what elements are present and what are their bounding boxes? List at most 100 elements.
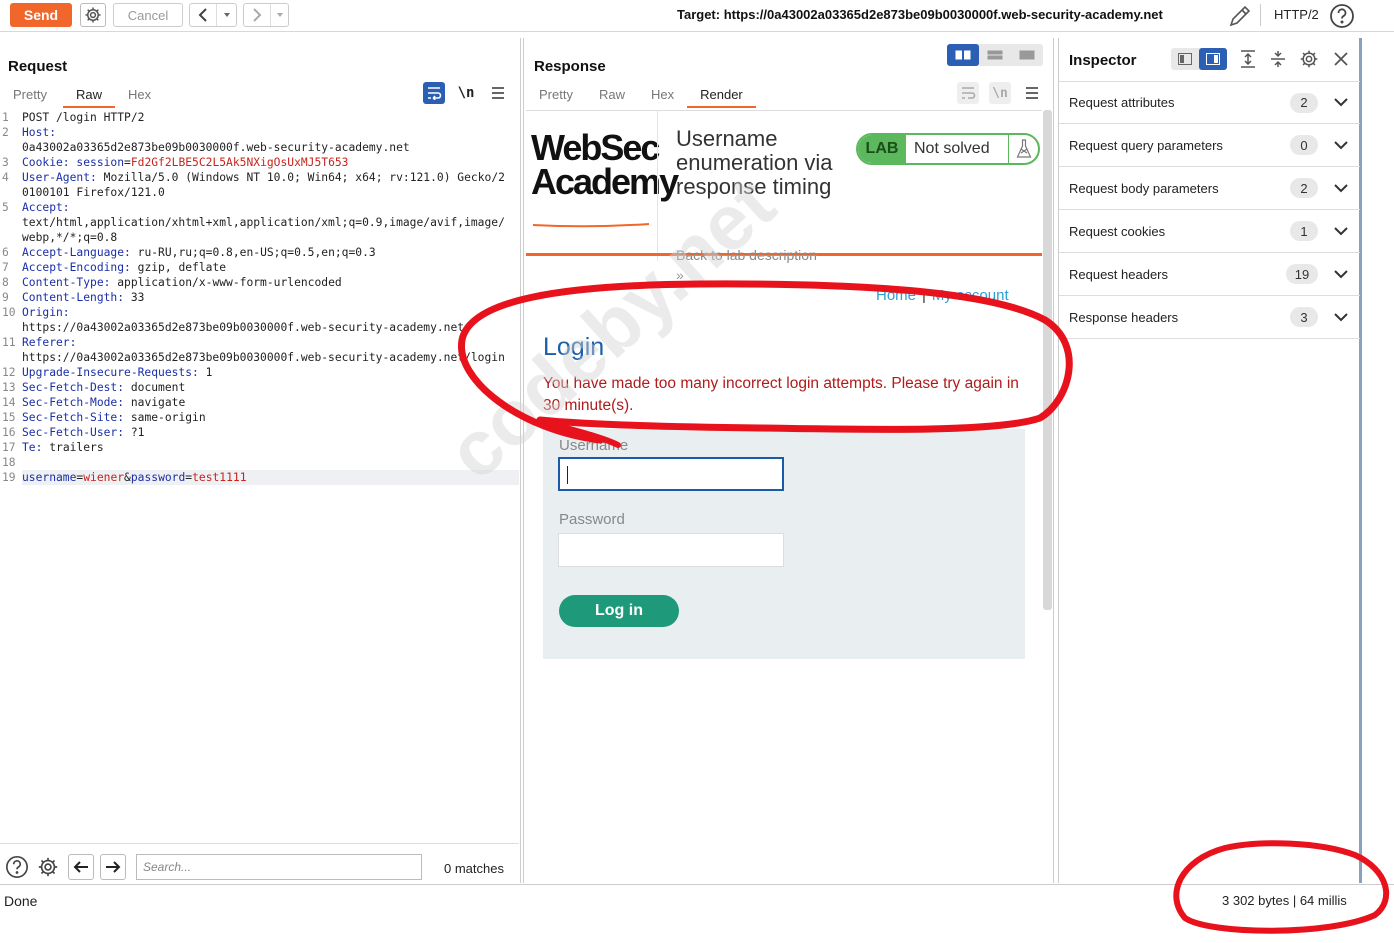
lab-status-badge: LAB Not solved bbox=[856, 133, 1040, 165]
login-form: Username Password Log in bbox=[543, 429, 1025, 659]
word-wrap-toggle[interactable] bbox=[957, 82, 979, 104]
tab-hex[interactable]: Hex bbox=[638, 86, 687, 108]
previous-match-button[interactable] bbox=[68, 854, 94, 880]
settings-button[interactable] bbox=[80, 3, 106, 27]
inspector-row-body-params[interactable]: Request body parameters 2 bbox=[1059, 167, 1360, 210]
count-badge: 0 bbox=[1290, 135, 1318, 155]
help-button[interactable] bbox=[4, 854, 30, 880]
pencil-icon bbox=[1229, 5, 1251, 27]
code-line: 8 Content-Type: application/x-www-form-ur… bbox=[2, 276, 342, 289]
code-line: 19 username=wiener&password=test1111 bbox=[0, 470, 519, 485]
tab-hex[interactable]: Hex bbox=[115, 86, 164, 108]
close-inspector-button[interactable] bbox=[1329, 47, 1353, 71]
chevron-down-icon bbox=[1334, 226, 1348, 236]
cancel-button[interactable]: Cancel bbox=[113, 3, 183, 27]
code-line: 10 Origin: https://0a43002a03365d2e873be09… bbox=[2, 306, 465, 334]
inspector-title: Inspector bbox=[1069, 52, 1137, 69]
code-line: 11 Referer: https://0a43002a03365d2e873be0… bbox=[2, 336, 505, 364]
match-count: 0 matches bbox=[444, 861, 504, 876]
gear-icon bbox=[38, 857, 58, 877]
code-line: 12 Upgrade-Insecure-Requests: 1 bbox=[2, 366, 213, 379]
forward-history-button[interactable] bbox=[243, 3, 289, 27]
tab-raw[interactable]: Raw bbox=[586, 86, 638, 108]
expand-icon bbox=[1241, 50, 1255, 68]
expand-all-button[interactable] bbox=[1237, 48, 1259, 70]
code-line: 5 Accept: text/html,application/xhtml+xml,… bbox=[2, 201, 505, 244]
tab-render[interactable]: Render bbox=[687, 86, 756, 108]
next-match-button[interactable] bbox=[100, 854, 126, 880]
chevron-down-icon bbox=[1334, 140, 1348, 150]
inspector-row-query-params[interactable]: Request query parameters 0 bbox=[1059, 124, 1360, 167]
chevron-down-icon bbox=[1334, 269, 1348, 279]
code-line: 3 Cookie: session=Fd2Gf2LBE5C2L5Ak5NXigOs… bbox=[2, 156, 349, 169]
tab-raw[interactable]: Raw bbox=[62, 86, 115, 108]
close-icon bbox=[1334, 52, 1348, 66]
websec-academy-logo: WebSec Academy bbox=[531, 130, 679, 228]
code-line: 18 bbox=[2, 456, 16, 469]
target-url: Target: https://0a43002a03365d2e873be09b… bbox=[677, 7, 1163, 22]
inspector-row-response-headers[interactable]: Response headers 3 bbox=[1059, 296, 1360, 339]
layout-toggle[interactable] bbox=[947, 44, 1043, 66]
lab-status-text: Not solved bbox=[914, 140, 990, 157]
nav-home-link[interactable]: Home bbox=[876, 287, 916, 304]
code-line: 14 Sec-Fetch-Mode: navigate bbox=[2, 396, 186, 409]
nav-my-account-link[interactable]: My account bbox=[932, 287, 1009, 304]
http-version-toggle[interactable]: HTTP/2 bbox=[1274, 7, 1319, 22]
render-scrollbar[interactable] bbox=[1043, 110, 1052, 610]
nav-separator: | bbox=[922, 287, 926, 304]
top-toolbar: Send Cancel Target: https://0a43002a0336… bbox=[0, 0, 1394, 32]
request-title: Request bbox=[8, 58, 68, 75]
split-vertical-icon[interactable] bbox=[979, 44, 1011, 66]
inspector-row-request-attributes[interactable]: Request attributes 2 bbox=[1059, 81, 1360, 124]
username-input[interactable] bbox=[558, 457, 784, 491]
collapse-icon bbox=[1271, 51, 1285, 67]
chevron-right-icon bbox=[244, 4, 270, 26]
dock-left-icon[interactable] bbox=[1171, 48, 1199, 70]
gear-icon bbox=[1300, 50, 1318, 68]
inspector-settings-button[interactable] bbox=[1297, 47, 1321, 71]
login-button[interactable]: Log in bbox=[559, 595, 679, 627]
code-line: 7 Accept-Encoding: gzip, deflate bbox=[2, 261, 227, 274]
text-caret bbox=[567, 466, 568, 484]
word-wrap-toggle[interactable] bbox=[423, 82, 445, 104]
request-tabs: Pretty Raw Hex bbox=[0, 86, 164, 108]
request-panel: Request Pretty Raw Hex \n 1 POST /login H… bbox=[0, 38, 521, 883]
dock-right-icon[interactable] bbox=[1199, 48, 1227, 70]
code-line: 6 Accept-Language: ru-RU,ru;q=0.8,en-US;q… bbox=[2, 246, 376, 259]
back-history-button[interactable] bbox=[189, 3, 237, 27]
response-size-timing: 3 302 bytes | 64 millis bbox=[1222, 893, 1347, 908]
tab-pretty[interactable]: Pretty bbox=[0, 86, 60, 108]
status-bar: Done 3 302 bytes | 64 millis bbox=[0, 884, 1394, 914]
code-line: 9 Content-Length: 33 bbox=[2, 291, 145, 304]
wrap-icon bbox=[428, 87, 442, 100]
send-button[interactable]: Send bbox=[10, 3, 72, 27]
collapse-all-button[interactable] bbox=[1267, 48, 1289, 70]
help-icon bbox=[6, 856, 28, 878]
chevron-down-icon bbox=[270, 4, 288, 26]
wrap-icon bbox=[962, 87, 976, 99]
inspector-row-request-headers[interactable]: Request headers 19 bbox=[1059, 253, 1360, 296]
username-label: Username bbox=[559, 437, 629, 454]
show-newlines-toggle[interactable]: \n bbox=[455, 82, 477, 104]
top-nav: Home | My account bbox=[876, 287, 1009, 304]
single-pane-icon[interactable] bbox=[1011, 44, 1043, 66]
request-menu-button[interactable] bbox=[487, 82, 509, 104]
edit-target-button[interactable] bbox=[1226, 2, 1254, 33]
inspector-row-cookies[interactable]: Request cookies 1 bbox=[1059, 210, 1360, 253]
gear-icon bbox=[85, 7, 101, 23]
tab-pretty[interactable]: Pretty bbox=[524, 86, 586, 108]
show-newlines-toggle[interactable]: \n bbox=[989, 82, 1011, 104]
search-settings-button[interactable] bbox=[35, 854, 61, 880]
search-input[interactable]: Search... bbox=[136, 854, 422, 880]
password-input[interactable] bbox=[558, 533, 784, 567]
help-button[interactable] bbox=[1329, 3, 1355, 32]
menu-icon bbox=[492, 87, 504, 99]
status-text: Done bbox=[4, 893, 38, 909]
response-menu-button[interactable] bbox=[1021, 82, 1043, 104]
chevron-left-icon bbox=[190, 4, 216, 26]
code-line: 1 POST /login HTTP/2 bbox=[2, 111, 145, 124]
inspector-layout-toggle[interactable] bbox=[1171, 48, 1227, 70]
count-badge: 3 bbox=[1290, 307, 1318, 327]
split-horizontal-icon[interactable] bbox=[947, 44, 979, 66]
arrow-right-icon bbox=[106, 861, 121, 873]
